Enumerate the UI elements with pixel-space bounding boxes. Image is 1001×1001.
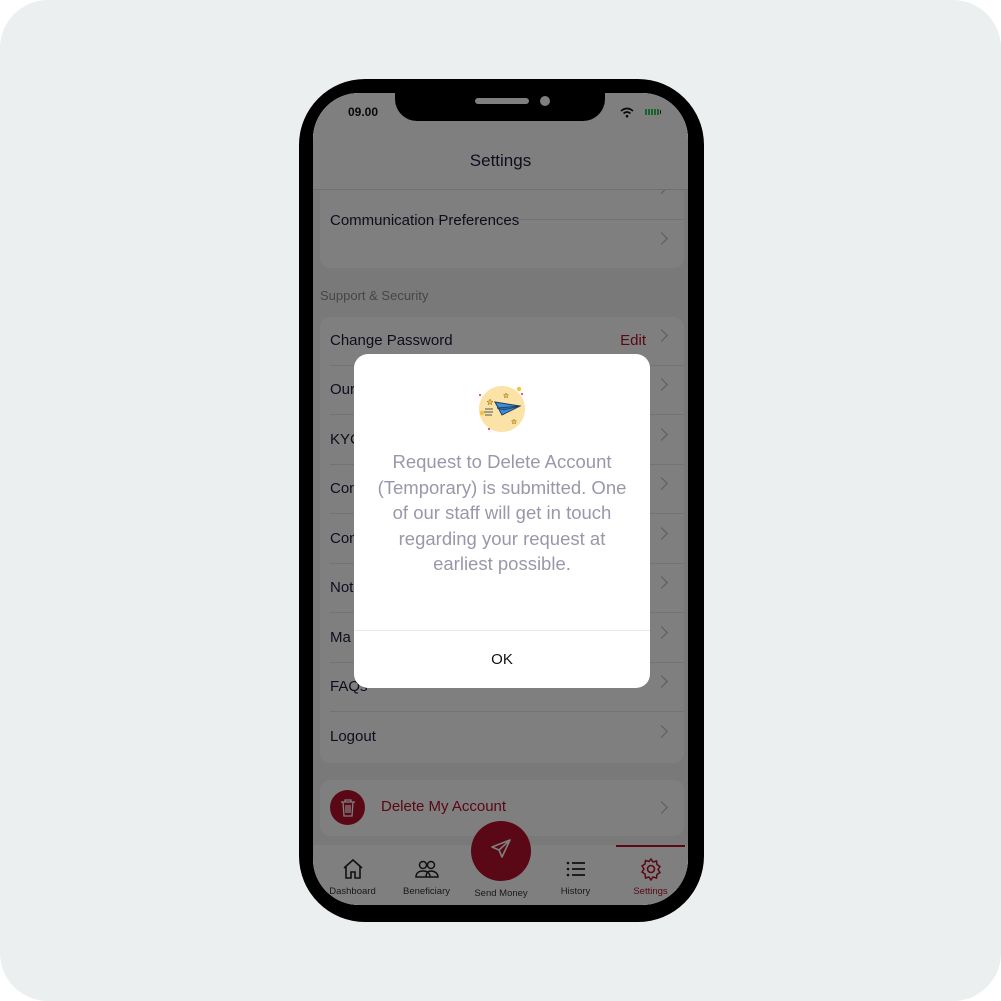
confirmation-dialog: Request to Delete Account (Temporary) is… — [354, 354, 650, 688]
ok-button[interactable]: OK — [354, 631, 650, 688]
phone-screen: 09.00 Settings Communication Preferences — [313, 93, 688, 905]
phone-frame: 09.00 Settings Communication Preferences — [299, 79, 704, 922]
dialog-message: Request to Delete Account (Temporary) is… — [377, 451, 627, 574]
paper-plane-icon — [475, 382, 529, 436]
canvas-background: 09.00 Settings Communication Preferences — [0, 0, 1001, 1001]
